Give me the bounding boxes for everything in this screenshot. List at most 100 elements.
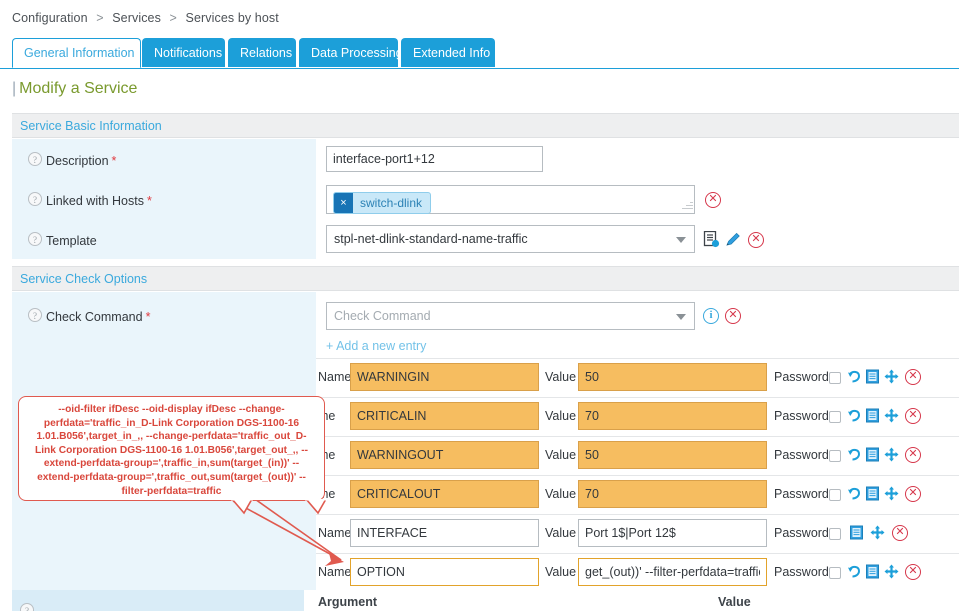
token-label: switch-dlink bbox=[360, 196, 422, 210]
macro-row-warningout: me Value Password ✕ bbox=[304, 436, 959, 475]
description-input[interactable] bbox=[326, 146, 543, 172]
undo-icon[interactable] bbox=[847, 486, 862, 504]
argument-table-header-right-bg bbox=[304, 590, 959, 611]
label-description: Description* bbox=[46, 154, 116, 168]
breadcrumb-separator: > bbox=[91, 11, 108, 25]
macro-password-label: Password bbox=[774, 370, 829, 384]
password-checkbox[interactable] bbox=[829, 489, 841, 501]
field-row-linked-hosts-right: × switch-dlink ✕ bbox=[316, 179, 959, 219]
row-divider bbox=[316, 436, 959, 437]
delete-macro-icon[interactable]: ✕ bbox=[905, 369, 921, 385]
service-config-page: Configuration > Services > Services by h… bbox=[0, 0, 959, 611]
field-row-linked-hosts: ? Linked with Hosts* × switch-dlink ✕ bbox=[12, 179, 959, 219]
delete-macro-icon[interactable]: ✕ bbox=[905, 564, 921, 580]
delete-macro-icon[interactable]: ✕ bbox=[905, 486, 921, 502]
macro-value-input[interactable] bbox=[578, 363, 767, 391]
move-arrows-icon[interactable] bbox=[884, 486, 899, 504]
move-arrows-icon[interactable] bbox=[870, 525, 885, 543]
tab-general-information[interactable]: General Information bbox=[12, 38, 141, 68]
row-divider bbox=[316, 397, 959, 398]
field-row-description-left: ? Description* bbox=[12, 139, 316, 179]
pencil-icon[interactable] bbox=[725, 231, 742, 251]
help-icon[interactable]: ? bbox=[28, 308, 42, 322]
breadcrumb-item-configuration[interactable]: Configuration bbox=[12, 11, 88, 25]
tab-notifications[interactable]: Notifications bbox=[142, 38, 225, 67]
macro-row-warningin: Name Value Password ✕ bbox=[304, 358, 959, 397]
macro-value-input[interactable] bbox=[578, 441, 767, 469]
section-header-basic: Service Basic Information bbox=[12, 113, 959, 138]
move-arrows-icon[interactable] bbox=[884, 408, 899, 426]
tab-relations[interactable]: Relations bbox=[228, 38, 296, 67]
add-new-entry-link[interactable]: + Add a new entry bbox=[326, 339, 426, 353]
password-checkbox[interactable] bbox=[829, 567, 841, 579]
undo-icon[interactable] bbox=[847, 408, 862, 426]
chevron-down-icon[interactable] bbox=[676, 314, 686, 320]
callout-tail bbox=[218, 499, 338, 521]
password-checkbox[interactable] bbox=[829, 411, 841, 423]
undo-icon[interactable] bbox=[847, 447, 862, 465]
breadcrumb-item-services[interactable]: Services bbox=[112, 11, 161, 25]
help-icon[interactable]: ? bbox=[20, 603, 34, 611]
help-icon[interactable]: ? bbox=[28, 192, 42, 206]
page-title-text: Modify a Service bbox=[19, 80, 137, 97]
macro-name-input[interactable] bbox=[350, 363, 539, 391]
macro-value-input[interactable] bbox=[578, 558, 767, 586]
document-icon[interactable] bbox=[865, 564, 880, 582]
row-divider bbox=[316, 553, 959, 554]
breadcrumb-item-services-by-host[interactable]: Services by host bbox=[186, 11, 279, 25]
document-icon[interactable] bbox=[865, 369, 880, 387]
check-command-select[interactable]: Check Command bbox=[326, 302, 695, 330]
macro-name-input[interactable] bbox=[350, 441, 539, 469]
document-icon[interactable] bbox=[865, 486, 880, 504]
template-select[interactable]: stpl-net-dlink-standard-name-traffic bbox=[326, 225, 695, 253]
row-divider bbox=[316, 475, 959, 476]
delete-template-icon[interactable]: ✕ bbox=[748, 232, 764, 248]
macro-value-label: Value bbox=[545, 448, 576, 462]
document-icon[interactable] bbox=[865, 447, 880, 465]
help-icon[interactable]: ? bbox=[28, 152, 42, 166]
field-row-linked-hosts-left: ? Linked with Hosts* bbox=[12, 179, 316, 219]
password-checkbox[interactable] bbox=[829, 528, 841, 540]
delete-macro-icon[interactable]: ✕ bbox=[905, 447, 921, 463]
tab-bar: General Information Notifications Relati… bbox=[0, 38, 959, 69]
copy-icon[interactable] bbox=[703, 231, 720, 251]
info-circle-icon[interactable]: i bbox=[703, 308, 719, 324]
password-checkbox[interactable] bbox=[829, 450, 841, 462]
macro-value-label: Value bbox=[545, 409, 576, 423]
host-token-switch-dlink[interactable]: × switch-dlink bbox=[333, 192, 431, 214]
document-icon[interactable] bbox=[865, 408, 880, 426]
tab-data-processing[interactable]: Data Processing bbox=[299, 38, 398, 67]
macro-name-input[interactable] bbox=[350, 480, 539, 508]
password-checkbox[interactable] bbox=[829, 372, 841, 384]
move-arrows-icon[interactable] bbox=[884, 369, 899, 387]
help-icon[interactable]: ? bbox=[28, 232, 42, 246]
breadcrumb-separator: > bbox=[165, 11, 182, 25]
resize-grip-icon[interactable] bbox=[681, 200, 693, 212]
delete-macro-icon[interactable]: ✕ bbox=[905, 408, 921, 424]
move-arrows-icon[interactable] bbox=[884, 564, 899, 582]
token-remove-icon[interactable]: × bbox=[334, 193, 353, 213]
undo-icon[interactable] bbox=[847, 564, 862, 582]
field-row-template-right: stpl-net-dlink-standard-name-traffic bbox=[316, 219, 959, 259]
macro-row-criticalout: me Value Password ✕ bbox=[304, 475, 959, 514]
macro-name-input[interactable] bbox=[350, 402, 539, 430]
delete-macro-icon[interactable]: ✕ bbox=[892, 525, 908, 541]
chevron-down-icon[interactable] bbox=[676, 237, 686, 243]
required-marker: * bbox=[143, 310, 151, 324]
document-icon[interactable] bbox=[849, 525, 864, 543]
tab-extended-info[interactable]: Extended Info bbox=[401, 38, 495, 67]
undo-icon[interactable] bbox=[847, 369, 862, 387]
required-marker: * bbox=[109, 154, 117, 168]
macro-value-input[interactable] bbox=[578, 402, 767, 430]
delete-check-command-icon[interactable]: ✕ bbox=[725, 308, 741, 324]
move-arrows-icon[interactable] bbox=[884, 447, 899, 465]
page-title: |Modify a Service bbox=[12, 80, 137, 98]
section-header-check: Service Check Options bbox=[12, 266, 959, 291]
macro-value-input[interactable] bbox=[578, 480, 767, 508]
clear-linked-hosts-icon[interactable]: ✕ bbox=[705, 192, 721, 208]
macro-name-input[interactable] bbox=[350, 519, 539, 547]
macro-value-input[interactable] bbox=[578, 519, 767, 547]
macro-name-label: Name bbox=[318, 526, 351, 540]
macro-name-input[interactable] bbox=[350, 558, 539, 586]
linked-hosts-tokenbox[interactable]: × switch-dlink bbox=[326, 185, 695, 214]
